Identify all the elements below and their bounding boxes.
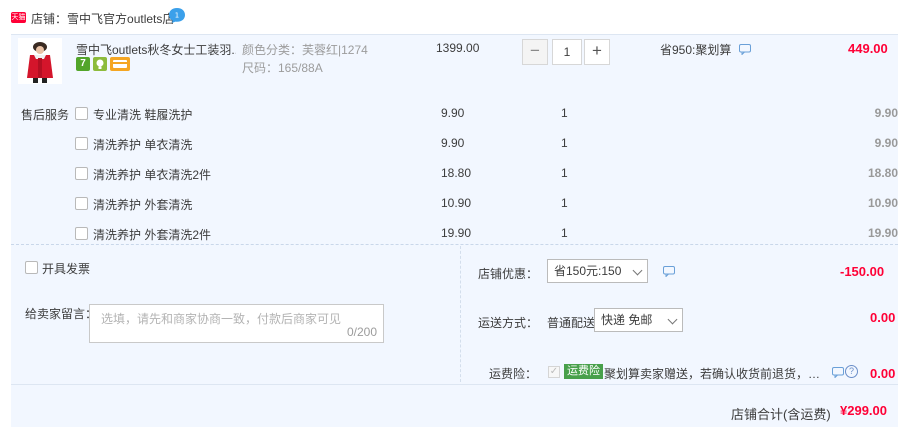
discount-selected: 省150元:150 (554, 264, 622, 278)
service-qty: 1 (561, 196, 568, 210)
message-placeholder: 选填，请先和商家协商一致，付款后商家可见 (101, 312, 342, 326)
chevron-down-icon (667, 314, 678, 325)
shipping-label: 运送方式： (478, 316, 539, 330)
service-checkbox[interactable] (75, 167, 88, 180)
product-thumbnail[interactable] (18, 38, 62, 84)
service-name: 清洗养护 单衣清洗2件 (93, 168, 212, 182)
promo-info-icon[interactable] (738, 44, 751, 56)
discount-label: 店铺优惠： (478, 267, 539, 281)
service-row: 专业清洗 鞋履洗护 9.90 1 9.90 (0, 104, 898, 126)
invoice-checkbox[interactable] (25, 261, 38, 274)
service-subtotal: 18.80 (867, 166, 898, 180)
insurance-tag: 运费险 (564, 364, 603, 379)
service-checkbox[interactable] (75, 107, 88, 120)
service-subtotal: 9.90 (874, 106, 898, 120)
service-name: 专业清洗 鞋履洗护 (93, 108, 193, 122)
tmall-badge: 天猫 (11, 12, 26, 23)
shop-total-label: 店铺合计(含运费) (731, 407, 831, 422)
service-price: 9.90 (441, 106, 465, 120)
unit-price: 1399.00 (436, 41, 480, 55)
message-char-count: 0/200 (346, 325, 377, 339)
message-label: 给卖家留言： (25, 307, 98, 321)
service-price: 10.90 (441, 196, 472, 210)
insurance-label: 运费险： (489, 367, 538, 381)
quantity-stepper: − 1 + (522, 39, 610, 65)
increase-quantity-button[interactable]: + (584, 39, 610, 65)
insurance-description: 聚划算卖家赠送，若确认收货前退货，可获得保险赔付 (604, 367, 826, 381)
service-qty: 1 (561, 136, 568, 150)
service-price: 18.80 (441, 166, 472, 180)
invoice-label: 开具发票 (42, 262, 91, 276)
service-name: 清洗养护 外套清洗 (93, 198, 193, 212)
shop-label-prefix: 店铺： (31, 12, 68, 26)
service-row: 清洗养护 外套清洗2件 19.90 1 19.90 (0, 224, 898, 246)
svg-text:1: 1 (175, 12, 179, 20)
service-subtotal: 10.90 (867, 196, 898, 210)
shipping-method: 普通配送 (547, 316, 596, 330)
shipping-selected: 快递 免邮 (601, 313, 653, 327)
shipping-amount: 0.00 (870, 310, 896, 325)
shipping-select[interactable]: 快递 免邮 (594, 308, 683, 332)
discount-info-icon[interactable] (663, 266, 675, 277)
service-price: 9.90 (441, 136, 465, 150)
service-checkbox[interactable] (75, 197, 88, 210)
item-title[interactable]: 雪中飞outlets秋冬女士工装羽... (76, 41, 236, 58)
service-price: 19.90 (441, 226, 472, 240)
service-row: 清洗养护 单衣清洗2件 18.80 1 18.80 (0, 164, 898, 186)
insurance-info-icon[interactable] (832, 367, 844, 378)
help-icon[interactable]: ? (845, 365, 858, 378)
shop-header: 天猫 店铺：雪中飞官方outlets店 1 (0, 0, 898, 34)
service-qty: 1 (561, 226, 568, 240)
service-subtotal: 9.90 (874, 136, 898, 150)
service-row: 清洗养护 单衣清洗 9.90 1 9.90 (0, 134, 898, 156)
item-subtotal: 449.00 (848, 41, 888, 56)
service-qty: 1 (561, 106, 568, 120)
service-name: 清洗养护 外套清洗2件 (93, 228, 212, 242)
service-checkbox[interactable] (75, 137, 88, 150)
discount-select[interactable]: 省150元:150 (547, 259, 648, 283)
chevron-down-icon (632, 265, 643, 276)
service-checkbox[interactable] (75, 227, 88, 240)
promo-label: 省950:聚划算 (660, 41, 751, 58)
shop-name[interactable]: 店铺：雪中飞官方outlets店 (31, 10, 174, 27)
seller-message-input[interactable]: 选填，请先和商家协商一致，付款后商家可见 0/200 (89, 304, 384, 343)
decrease-quantity-button[interactable]: − (522, 39, 548, 65)
sku-color: 颜色分类：芙蓉红|1274 (242, 43, 368, 57)
shop-name-link[interactable]: 雪中飞官方outlets店 (67, 12, 174, 26)
options-divider (460, 246, 461, 382)
service-name: 清洗养护 单衣清洗 (93, 138, 193, 152)
service-subtotal: 19.90 (867, 226, 898, 240)
promo-text: 省950:聚划算 (660, 43, 732, 57)
seven-day-return-icon: 7 (76, 57, 90, 71)
wangwang-chat-icon[interactable]: 1 (168, 7, 186, 24)
credit-card-icon (110, 57, 130, 71)
bulb-icon (93, 57, 107, 71)
shop-total-value: ¥299.00 (840, 403, 887, 418)
sku-size: 尺码：165/88A (242, 61, 323, 75)
service-row: 清洗养护 外套清洗 10.90 1 10.90 (0, 194, 898, 216)
service-qty: 1 (561, 166, 568, 180)
quantity-input[interactable]: 1 (552, 39, 582, 65)
discount-amount: -150.00 (840, 264, 885, 279)
insurance-amount: 0.00 (870, 366, 896, 381)
insurance-checkbox: ✓ (548, 366, 560, 378)
